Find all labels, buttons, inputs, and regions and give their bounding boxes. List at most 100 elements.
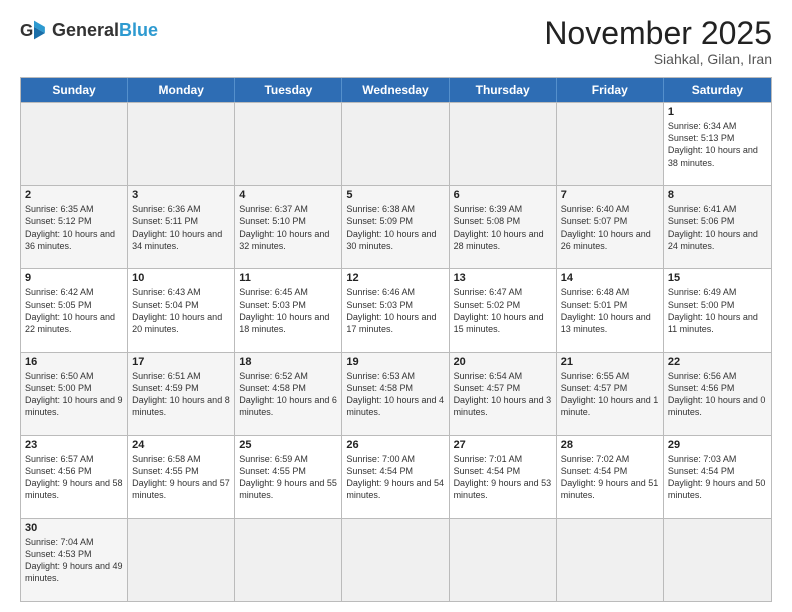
cell-info: Sunrise: 7:00 AM Sunset: 4:54 PM Dayligh… xyxy=(346,453,444,502)
cell-info: Sunrise: 6:49 AM Sunset: 5:00 PM Dayligh… xyxy=(668,286,767,335)
calendar-cell-6-5 xyxy=(450,519,557,601)
day-number: 3 xyxy=(132,189,230,201)
title-block: November 2025 Siahkal, Gilan, Iran xyxy=(544,16,772,67)
cell-info: Sunrise: 6:55 AM Sunset: 4:57 PM Dayligh… xyxy=(561,370,659,419)
cell-info: Sunrise: 6:37 AM Sunset: 5:10 PM Dayligh… xyxy=(239,203,337,252)
header-saturday: Saturday xyxy=(664,78,771,102)
cell-info: Sunrise: 6:39 AM Sunset: 5:08 PM Dayligh… xyxy=(454,203,552,252)
calendar-cell-3-4: 12 Sunrise: 6:46 AM Sunset: 5:03 PM Dayli… xyxy=(342,269,449,351)
day-number: 5 xyxy=(346,189,444,201)
day-number: 4 xyxy=(239,189,337,201)
cell-info: Sunrise: 6:46 AM Sunset: 5:03 PM Dayligh… xyxy=(346,286,444,335)
page-header: G GeneralBlue November 2025 Siahkal, Gil… xyxy=(20,16,772,67)
cell-info: Sunrise: 6:34 AM Sunset: 5:13 PM Dayligh… xyxy=(668,120,767,169)
day-number: 9 xyxy=(25,272,123,284)
day-number: 14 xyxy=(561,272,659,284)
header-friday: Friday xyxy=(557,78,664,102)
calendar-cell-1-6 xyxy=(557,103,664,185)
cell-info: Sunrise: 6:50 AM Sunset: 5:00 PM Dayligh… xyxy=(25,370,123,419)
calendar-cell-1-5 xyxy=(450,103,557,185)
calendar-cell-6-3 xyxy=(235,519,342,601)
day-number: 28 xyxy=(561,439,659,451)
day-number: 23 xyxy=(25,439,123,451)
location-subtitle: Siahkal, Gilan, Iran xyxy=(544,51,772,67)
calendar-cell-5-3: 25 Sunrise: 6:59 AM Sunset: 4:55 PM Dayli… xyxy=(235,436,342,518)
day-number: 20 xyxy=(454,356,552,368)
calendar-cell-2-6: 7 Sunrise: 6:40 AM Sunset: 5:07 PM Daylig… xyxy=(557,186,664,268)
calendar-cell-6-2 xyxy=(128,519,235,601)
day-number: 27 xyxy=(454,439,552,451)
calendar-cell-1-4 xyxy=(342,103,449,185)
header-thursday: Thursday xyxy=(450,78,557,102)
cell-info: Sunrise: 6:53 AM Sunset: 4:58 PM Dayligh… xyxy=(346,370,444,419)
calendar-cell-5-5: 27 Sunrise: 7:01 AM Sunset: 4:54 PM Dayli… xyxy=(450,436,557,518)
logo-general: General xyxy=(52,20,119,40)
calendar-week-6: 30Sunrise: 7:04 AM Sunset: 4:53 PM Dayli… xyxy=(21,518,771,601)
calendar-header: Sunday Monday Tuesday Wednesday Thursday… xyxy=(21,78,771,102)
day-number: 6 xyxy=(454,189,552,201)
calendar-cell-4-4: 19Sunrise: 6:53 AM Sunset: 4:58 PM Dayli… xyxy=(342,353,449,435)
day-number: 24 xyxy=(132,439,230,451)
cell-info: Sunrise: 7:04 AM Sunset: 4:53 PM Dayligh… xyxy=(25,536,123,585)
calendar-cell-2-3: 4 Sunrise: 6:37 AM Sunset: 5:10 PM Daylig… xyxy=(235,186,342,268)
calendar-week-5: 23 Sunrise: 6:57 AM Sunset: 4:56 PM Dayli… xyxy=(21,435,771,518)
day-number: 17 xyxy=(132,356,230,368)
cell-info: Sunrise: 6:41 AM Sunset: 5:06 PM Dayligh… xyxy=(668,203,767,252)
calendar-cell-3-5: 13 Sunrise: 6:47 AM Sunset: 5:02 PM Dayli… xyxy=(450,269,557,351)
calendar-cell-6-7 xyxy=(664,519,771,601)
calendar-cell-5-1: 23 Sunrise: 6:57 AM Sunset: 4:56 PM Dayli… xyxy=(21,436,128,518)
cell-info: Sunrise: 6:47 AM Sunset: 5:02 PM Dayligh… xyxy=(454,286,552,335)
cell-info: Sunrise: 6:38 AM Sunset: 5:09 PM Dayligh… xyxy=(346,203,444,252)
calendar-cell-6-4 xyxy=(342,519,449,601)
day-number: 12 xyxy=(346,272,444,284)
calendar-cell-1-1 xyxy=(21,103,128,185)
calendar-week-2: 2Sunrise: 6:35 AM Sunset: 5:12 PM Daylig… xyxy=(21,185,771,268)
calendar-cell-3-2: 10Sunrise: 6:43 AM Sunset: 5:04 PM Dayli… xyxy=(128,269,235,351)
calendar-cell-3-3: 11Sunrise: 6:45 AM Sunset: 5:03 PM Dayli… xyxy=(235,269,342,351)
calendar-cell-2-7: 8Sunrise: 6:41 AM Sunset: 5:06 PM Daylig… xyxy=(664,186,771,268)
cell-info: Sunrise: 7:03 AM Sunset: 4:54 PM Dayligh… xyxy=(668,453,767,502)
day-number: 22 xyxy=(668,356,767,368)
day-number: 29 xyxy=(668,439,767,451)
calendar-week-1: 1Sunrise: 6:34 AM Sunset: 5:13 PM Daylig… xyxy=(21,102,771,185)
cell-info: Sunrise: 6:35 AM Sunset: 5:12 PM Dayligh… xyxy=(25,203,123,252)
calendar-cell-6-1: 30Sunrise: 7:04 AM Sunset: 4:53 PM Dayli… xyxy=(21,519,128,601)
calendar-cell-5-2: 24 Sunrise: 6:58 AM Sunset: 4:55 PM Dayli… xyxy=(128,436,235,518)
month-title: November 2025 xyxy=(544,16,772,51)
cell-info: Sunrise: 6:52 AM Sunset: 4:58 PM Dayligh… xyxy=(239,370,337,419)
logo-icon: G xyxy=(20,16,48,44)
calendar-cell-4-3: 18Sunrise: 6:52 AM Sunset: 4:58 PM Dayli… xyxy=(235,353,342,435)
cell-info: Sunrise: 6:40 AM Sunset: 5:07 PM Dayligh… xyxy=(561,203,659,252)
cell-info: Sunrise: 6:58 AM Sunset: 4:55 PM Dayligh… xyxy=(132,453,230,502)
day-number: 15 xyxy=(668,272,767,284)
calendar-week-3: 9 Sunrise: 6:42 AM Sunset: 5:05 PM Daylig… xyxy=(21,268,771,351)
cell-info: Sunrise: 6:59 AM Sunset: 4:55 PM Dayligh… xyxy=(239,453,337,502)
day-number: 11 xyxy=(239,272,337,284)
calendar-cell-6-6 xyxy=(557,519,664,601)
cell-info: Sunrise: 6:51 AM Sunset: 4:59 PM Dayligh… xyxy=(132,370,230,419)
calendar-cell-1-3 xyxy=(235,103,342,185)
calendar-cell-3-7: 15 Sunrise: 6:49 AM Sunset: 5:00 PM Dayli… xyxy=(664,269,771,351)
header-monday: Monday xyxy=(128,78,235,102)
header-tuesday: Tuesday xyxy=(235,78,342,102)
calendar: Sunday Monday Tuesday Wednesday Thursday… xyxy=(20,77,772,602)
calendar-cell-2-5: 6 Sunrise: 6:39 AM Sunset: 5:08 PM Daylig… xyxy=(450,186,557,268)
day-number: 26 xyxy=(346,439,444,451)
logo: G GeneralBlue xyxy=(20,16,158,44)
calendar-cell-3-6: 14Sunrise: 6:48 AM Sunset: 5:01 PM Dayli… xyxy=(557,269,664,351)
cell-info: Sunrise: 6:42 AM Sunset: 5:05 PM Dayligh… xyxy=(25,286,123,335)
header-sunday: Sunday xyxy=(21,78,128,102)
logo-blue: Blue xyxy=(119,20,158,40)
calendar-cell-4-5: 20Sunrise: 6:54 AM Sunset: 4:57 PM Dayli… xyxy=(450,353,557,435)
day-number: 7 xyxy=(561,189,659,201)
day-number: 13 xyxy=(454,272,552,284)
calendar-cell-5-6: 28Sunrise: 7:02 AM Sunset: 4:54 PM Dayli… xyxy=(557,436,664,518)
day-number: 25 xyxy=(239,439,337,451)
calendar-cell-4-7: 22Sunrise: 6:56 AM Sunset: 4:56 PM Dayli… xyxy=(664,353,771,435)
header-wednesday: Wednesday xyxy=(342,78,449,102)
day-number: 21 xyxy=(561,356,659,368)
calendar-cell-2-4: 5 Sunrise: 6:38 AM Sunset: 5:09 PM Daylig… xyxy=(342,186,449,268)
cell-info: Sunrise: 7:01 AM Sunset: 4:54 PM Dayligh… xyxy=(454,453,552,502)
cell-info: Sunrise: 6:57 AM Sunset: 4:56 PM Dayligh… xyxy=(25,453,123,502)
calendar-cell-3-1: 9 Sunrise: 6:42 AM Sunset: 5:05 PM Daylig… xyxy=(21,269,128,351)
